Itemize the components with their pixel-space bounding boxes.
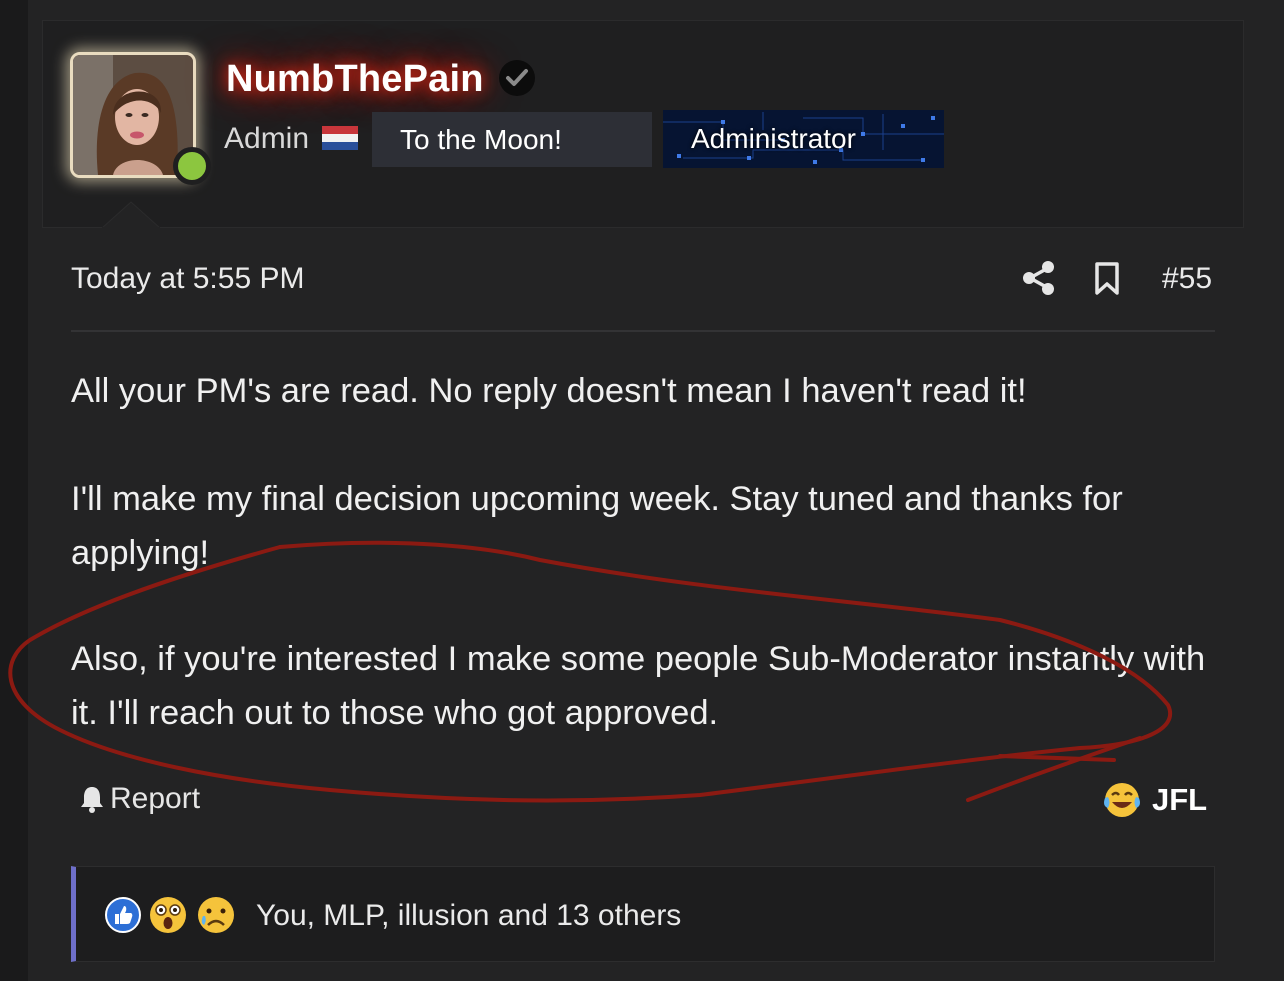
online-status-indicator [173, 147, 211, 185]
like-icon [105, 897, 141, 933]
report-button[interactable]: Report [78, 782, 200, 816]
laughing-crying-face-icon [1104, 783, 1140, 817]
bookmark-icon[interactable] [1094, 262, 1120, 296]
my-reaction-label: JFL [1152, 782, 1208, 817]
post-paragraph: All your PM's are read. No reply doesn't… [71, 372, 1027, 410]
share-icon[interactable] [1022, 260, 1056, 296]
post-date[interactable]: Today at 5:55 PM [71, 262, 304, 296]
verified-icon [499, 60, 535, 96]
user-banner-moon: To the Moon! [372, 112, 652, 167]
post-paragraph: I'll make my final decision upcoming wee… [71, 480, 1123, 572]
sad-face-icon [198, 897, 234, 933]
netherlands-flag-icon [322, 126, 358, 150]
user-banner-administrator: Administrator [663, 110, 944, 168]
post-paragraph: Also, if you're interested I make some p… [71, 640, 1206, 732]
bell-icon [81, 787, 103, 813]
forum-post: NumbThePain Admin To the Moon! Administr… [28, 0, 1284, 981]
banner-administrator-label: Administrator [691, 123, 856, 154]
user-role: Admin [224, 122, 310, 155]
post-number-link[interactable]: #55 [1162, 262, 1212, 296]
page-gutter [0, 0, 28, 981]
reactions-summary[interactable]: You, MLP, illusion and 13 others [256, 899, 681, 933]
username[interactable]: NumbThePain [226, 58, 484, 101]
post-header-divider [71, 330, 1215, 332]
report-label: Report [110, 782, 201, 815]
reaction-icons [104, 895, 242, 935]
my-reaction-button[interactable]: JFL [1102, 780, 1207, 820]
forum-page: NumbThePain Admin To the Moon! Administr… [0, 0, 1284, 981]
shocked-face-icon [150, 897, 186, 933]
reactions-bar[interactable]: You, MLP, illusion and 13 others [71, 866, 1215, 962]
userbar-pointer-arrow [102, 201, 160, 230]
